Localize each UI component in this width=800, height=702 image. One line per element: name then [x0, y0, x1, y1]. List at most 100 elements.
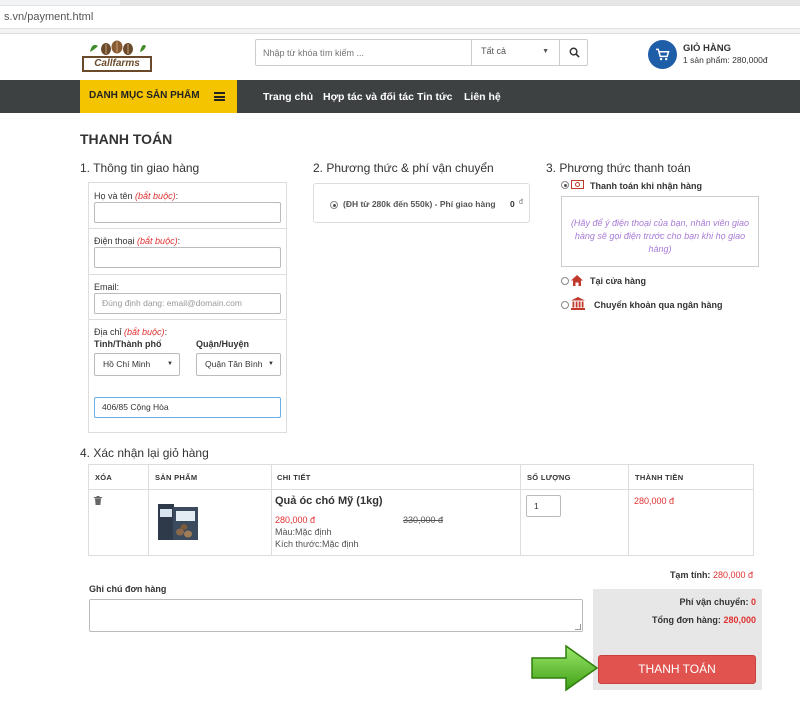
coffee-beans-icon [90, 40, 146, 55]
caret-down-icon: ▼ [542, 48, 549, 55]
nav-item-news[interactable]: Tin tức [417, 91, 452, 103]
payment-store-radio[interactable] [561, 277, 569, 285]
cart-table: XÓA SẢN PHẨM CHI TIẾT SỐ LƯỢNG THÀNH TIỀ… [88, 464, 754, 556]
money-icon [571, 180, 584, 189]
payment-bank-label[interactable]: Chuyển khoản qua ngân hàng [594, 300, 723, 310]
shipping-option-radio[interactable] [330, 201, 338, 209]
district-value: Quận Tân Bình [205, 359, 263, 369]
product-category-menu[interactable]: DANH MỤC SẢN PHẨM [80, 80, 237, 113]
district-label: Quận/Huyện [196, 339, 250, 349]
main-nav: DANH MỤC SẢN PHẨM Trang chủ Hợp tác và đ… [0, 80, 800, 113]
product-color: Màu:Mặc định [275, 527, 332, 537]
email-input[interactable]: Đúng định dạng: email@domain.com [94, 293, 281, 314]
nav-item-partners[interactable]: Hợp tác và đối tác [323, 91, 414, 103]
search-category-select[interactable]: Tất cả ▼ [471, 40, 559, 65]
cart-icon-circle [648, 40, 677, 69]
product-price: 280,000 đ [275, 515, 316, 525]
col-detail: CHI TIẾT [277, 473, 311, 482]
province-select[interactable]: Hồ Chí Minh ▼ [94, 353, 180, 376]
col-divider [520, 465, 521, 555]
hamburger-icon [214, 92, 225, 101]
order-total-label: Tổng đơn hàng: [652, 615, 721, 625]
shipping-option-fee: 0 [510, 199, 515, 209]
email-row: Email: Đúng định dạng: email@domain.com [89, 275, 286, 320]
col-divider [148, 465, 149, 555]
address-row: Địa chỉ (bắt buộc): Tỉnh/Thành phố Quận/… [89, 320, 286, 432]
green-arrow-icon [531, 644, 599, 692]
checkout-button[interactable]: THANH TOÁN [598, 655, 756, 684]
payment-cod-radio[interactable] [561, 181, 569, 189]
name-input[interactable] [94, 202, 281, 223]
site-logo[interactable]: Callfarms [80, 38, 154, 78]
quantity-input[interactable]: 1 [526, 495, 561, 517]
order-total-value: 280,000 [723, 615, 756, 625]
col-quantity: SỐ LƯỢNG [527, 473, 571, 482]
order-note-label: Ghi chú đơn hàng [89, 584, 167, 594]
col-divider [271, 465, 272, 555]
header-cart[interactable]: GIỎ HÀNG 1 sản phẩm: 280,000đ [648, 40, 798, 72]
phone-input[interactable] [94, 247, 281, 268]
payment-cod-note: (Hãy để ý điện thoại của bạn, nhân viên … [561, 196, 759, 267]
order-total-line: Tổng đơn hàng: 280,000 [652, 615, 756, 625]
shipping-option-currency: đ [519, 199, 523, 206]
shipping-info-title: 1. Thông tin giao hàng [80, 161, 200, 175]
province-value: Hồ Chí Minh [103, 359, 151, 369]
subtotal-line: Tạm tính: 280,000 đ [670, 570, 753, 580]
bank-icon [571, 297, 585, 310]
province-label: Tỉnh/Thành phố [94, 339, 162, 349]
payment-store-label[interactable]: Tại cửa hàng [590, 276, 646, 286]
shipping-option-label: (ĐH từ 280k đến 550k) - Phí giao hàng [343, 199, 496, 209]
shipping-info-form: Họ và tên (bắt buộc): Điện thoại (bắt bu… [88, 182, 287, 433]
payment-method-title: 3. Phương thức thanh toán [546, 161, 691, 175]
caret-down-icon: ▼ [268, 361, 274, 367]
product-name[interactable]: Quả óc chó Mỹ (1kg) [275, 495, 383, 507]
subtotal-label: Tạm tính: [669, 570, 711, 580]
product-thumbnail[interactable] [155, 501, 201, 543]
address-label: Địa chỉ (bắt buộc): [94, 327, 168, 337]
shipping-method-title: 2. Phương thức & phí vận chuyển [313, 161, 494, 175]
phone-label: Điện thoại (bắt buộc): [94, 236, 181, 246]
shipping-fee-line: Phí vận chuyển: 0 [679, 597, 756, 607]
col-total: THÀNH TIỀN [635, 473, 684, 482]
search-button[interactable] [559, 40, 588, 65]
payment-cod-label[interactable]: Thanh toán khi nhận hàng [590, 181, 702, 191]
shipping-fee-value: 0 [750, 597, 756, 607]
search-input[interactable] [256, 40, 471, 65]
cart-summary: 1 sản phẩm: 280,000đ [683, 55, 768, 65]
product-old-price: 330,000 đ [403, 515, 444, 525]
resize-handle[interactable] [575, 624, 581, 630]
col-product: SẢN PHẨM [155, 473, 198, 482]
search-bar: Tất cả ▼ [255, 39, 588, 66]
col-delete: XÓA [95, 473, 113, 482]
cart-confirm-title: 4. Xác nhận lại giỏ hàng [80, 446, 209, 460]
search-category-value: Tất cả [481, 46, 507, 56]
payment-bank-radio[interactable] [561, 301, 569, 309]
name-row: Họ và tên (bắt buộc): [89, 183, 286, 229]
nav-item-home[interactable]: Trang chủ [263, 91, 313, 103]
cart-table-header: XÓA SẢN PHẨM CHI TIẾT SỐ LƯỢNG THÀNH TIỀ… [89, 465, 753, 490]
email-label: Email: [94, 282, 120, 292]
product-size: Kích thước:Mặc định [275, 539, 359, 549]
caret-down-icon: ▼ [167, 361, 173, 367]
phone-row: Điện thoại (bắt buộc): [89, 229, 286, 275]
subtotal-value: 280,000 đ [712, 570, 753, 580]
shipping-option-box[interactable]: (ĐH từ 280k đến 550k) - Phí giao hàng 0 … [313, 183, 530, 223]
search-icon [569, 47, 580, 58]
shopping-cart-icon [656, 48, 670, 61]
logo-text: Callfarms [82, 56, 152, 72]
home-icon [571, 275, 583, 286]
shipping-fee-label: Phí vận chuyển: [679, 597, 749, 607]
cart-title: GIỎ HÀNG [683, 43, 732, 54]
page-title: THANH TOÁN [80, 131, 173, 147]
district-select[interactable]: Quận Tân Bình ▼ [196, 353, 281, 376]
url-field[interactable]: s.vn/payment.html [0, 5, 800, 29]
product-category-label: DANH MỤC SẢN PHẨM [89, 90, 200, 101]
name-label: Họ và tên (bắt buộc): [94, 191, 179, 201]
nav-item-contact[interactable]: Liên hệ [464, 91, 501, 103]
order-note-textarea[interactable] [89, 599, 583, 632]
trash-icon[interactable] [94, 496, 102, 505]
col-divider [628, 465, 629, 555]
browser-address-bar: s.vn/payment.html [0, 0, 800, 34]
address-input[interactable]: 406/85 Cộng Hòa [94, 397, 281, 418]
product-total: 280,000 đ [634, 496, 675, 506]
